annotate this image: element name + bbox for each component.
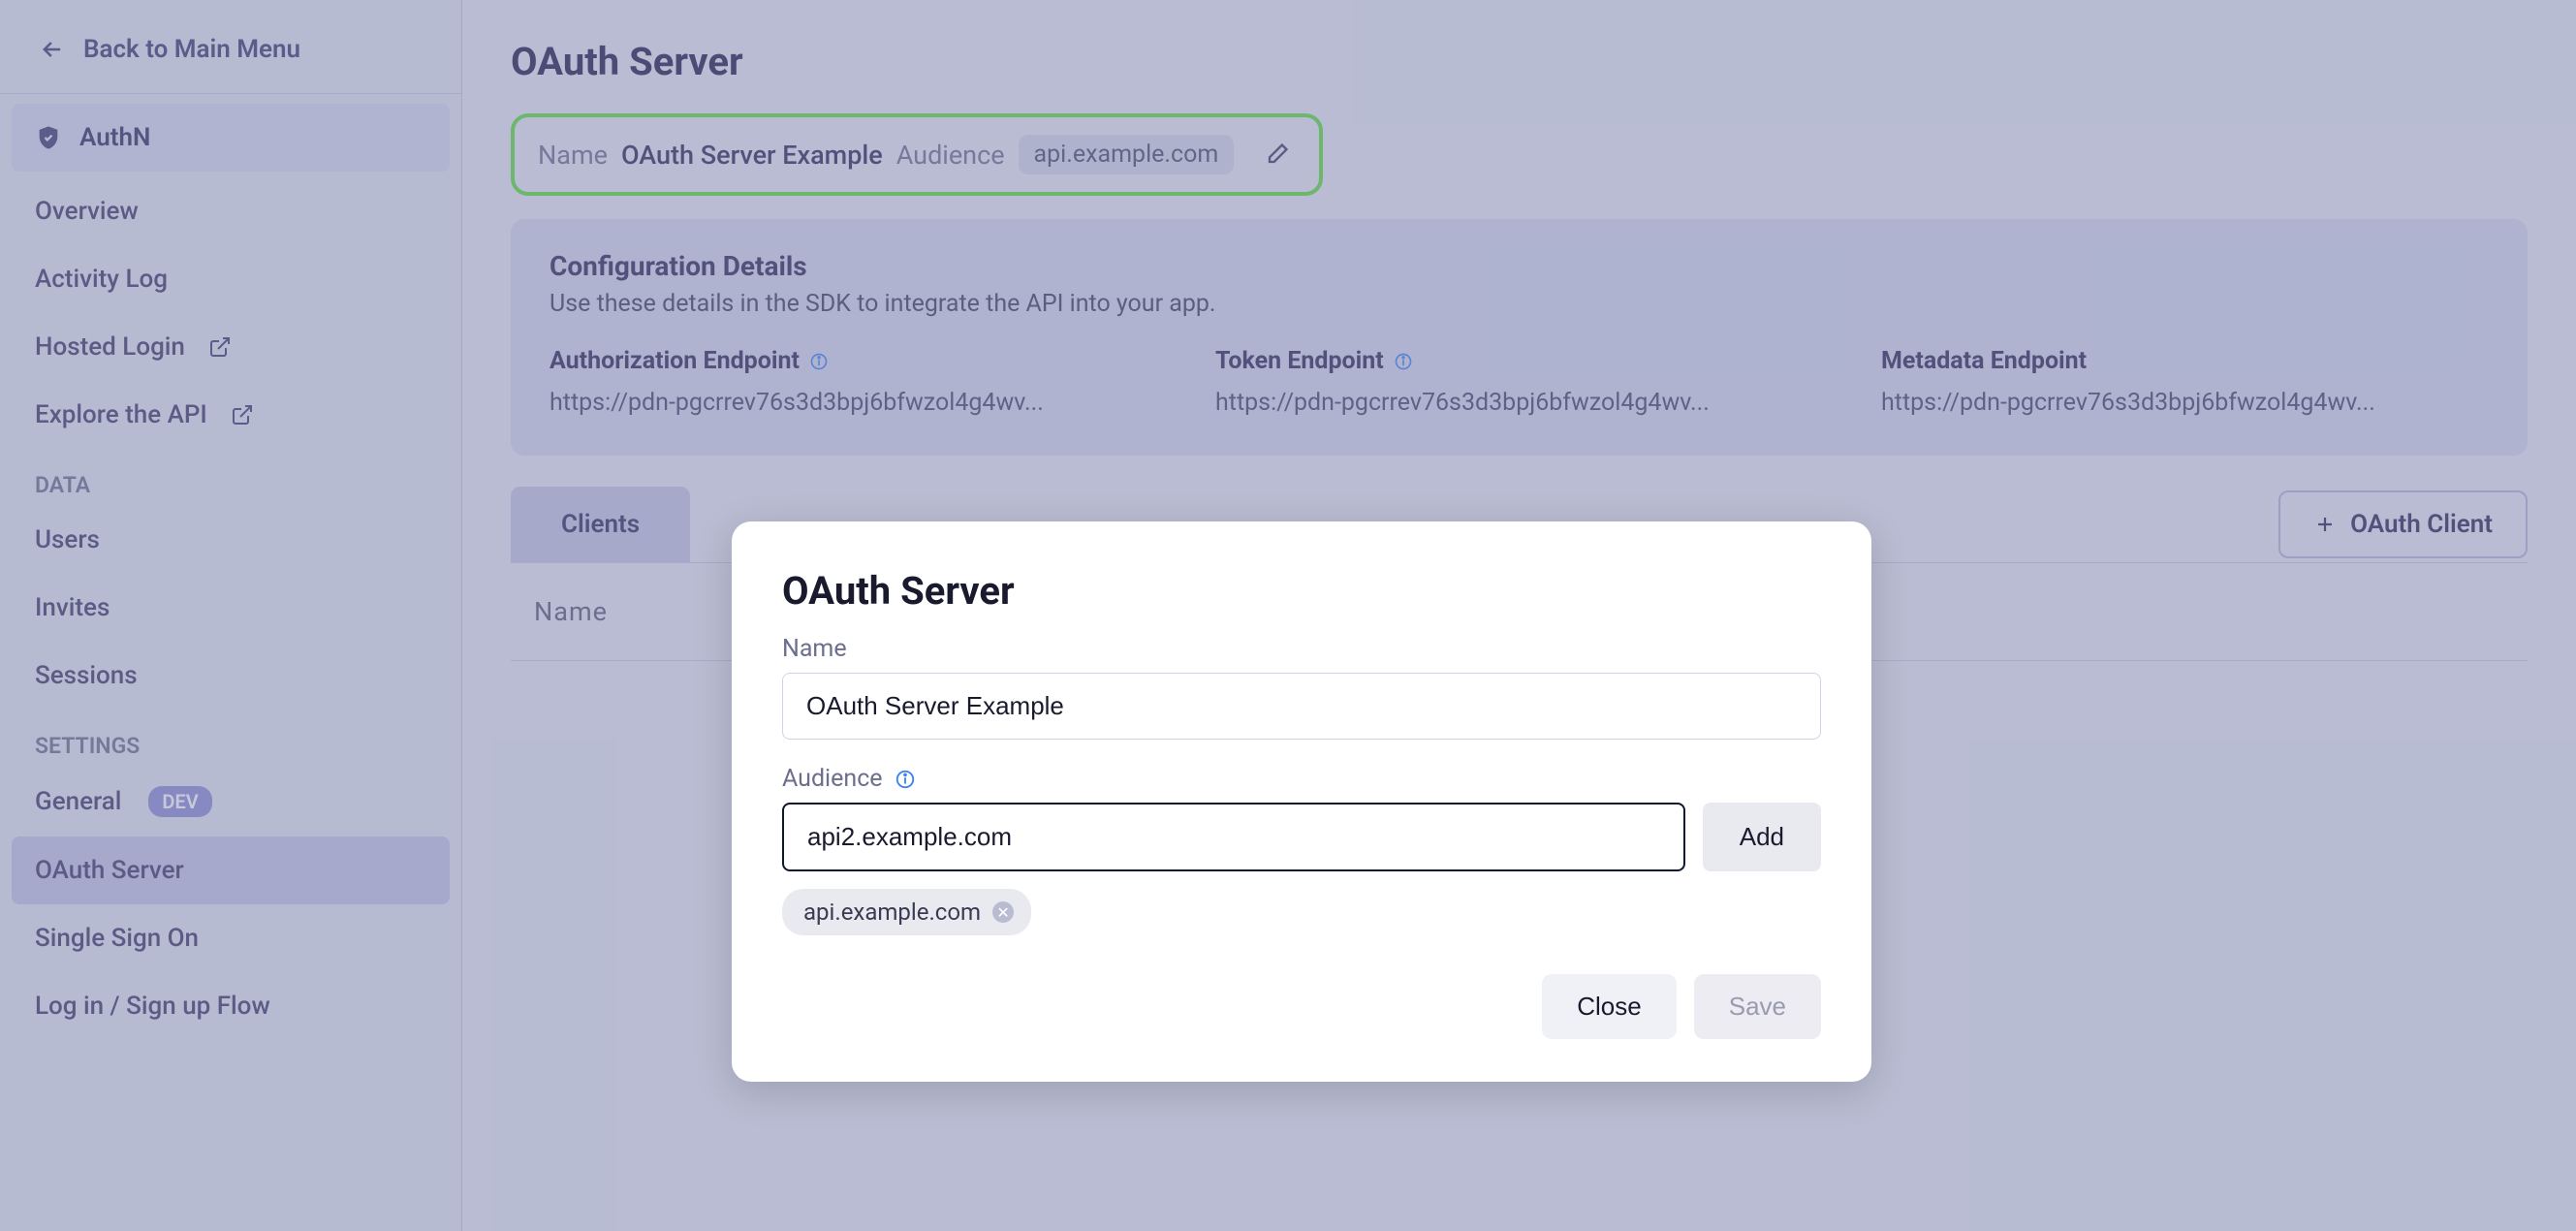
audience-input[interactable] [782, 803, 1685, 871]
info-icon[interactable] [895, 769, 916, 790]
modal-name-label: Name [782, 635, 1821, 663]
modal-title: OAuth Server [782, 568, 1821, 614]
oauth-server-modal: OAuth Server Name Audience Add api.examp… [732, 521, 1871, 1082]
add-audience-button[interactable]: Add [1703, 803, 1821, 871]
remove-tag-icon[interactable]: ✕ [992, 901, 1014, 923]
save-button[interactable]: Save [1694, 974, 1821, 1039]
name-input[interactable] [782, 673, 1821, 740]
audience-tag: api.example.com ✕ [782, 889, 1031, 935]
close-button[interactable]: Close [1542, 974, 1676, 1039]
modal-audience-label: Audience [782, 765, 1821, 793]
